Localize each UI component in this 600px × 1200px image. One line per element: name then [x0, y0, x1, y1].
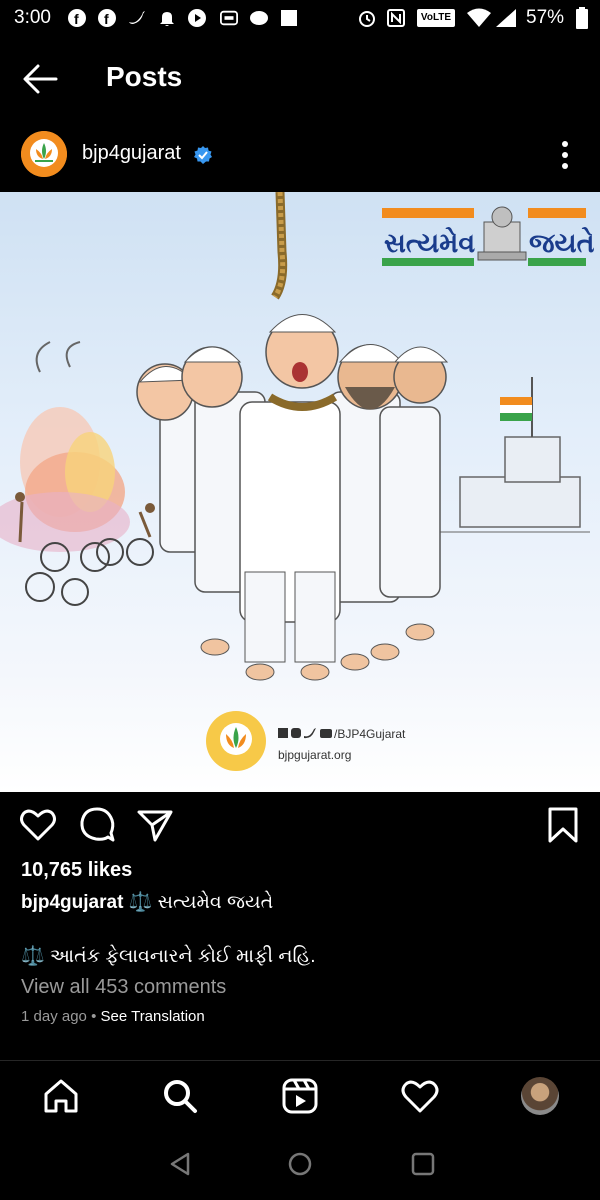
facebook-icon: f — [98, 9, 116, 27]
signal-icon — [496, 9, 516, 27]
post-timestamp: 1 day ago — [21, 1008, 87, 1025]
home-icon[interactable] — [41, 1076, 81, 1116]
share-send-icon[interactable] — [136, 806, 174, 844]
reels-icon[interactable] — [280, 1076, 320, 1116]
youtube-play-icon — [188, 9, 206, 27]
more-options-icon[interactable] — [555, 139, 575, 171]
cartoon-illustration: સત્યમેવ જયતે /BJP4Gujarat bjpgujarat.org — [0, 192, 595, 771]
nfc-icon — [387, 9, 405, 27]
comment-icon[interactable] — [78, 806, 116, 844]
satyamev-jayate-banner: સત્યમેવ જયતે — [382, 206, 595, 266]
post-meta: 1 day ago • See Translation — [21, 1008, 205, 1025]
lotus-logo-icon — [21, 131, 67, 177]
like-heart-icon[interactable] — [19, 806, 57, 844]
activity-heart-icon[interactable] — [400, 1076, 440, 1116]
battery-icon — [576, 7, 588, 29]
post-image[interactable]: સત્યમેવ જયતે /BJP4Gujarat bjpgujarat.org — [0, 192, 600, 792]
bell-icon — [160, 12, 174, 26]
divider — [0, 1060, 600, 1061]
system-recents-icon[interactable] — [407, 1148, 439, 1180]
social-handle: /BJP4Gujarat — [334, 727, 406, 741]
system-back-icon[interactable] — [164, 1148, 196, 1180]
search-icon[interactable] — [160, 1076, 200, 1116]
wifi-icon — [467, 8, 491, 27]
page-title: Posts — [106, 61, 183, 92]
banner-left-text: સત્યમેવ — [384, 227, 475, 259]
facebook-icon: f — [68, 9, 86, 27]
caption-line-2: ⚖️ આતંક ફેલાવનારને કોઈ માફી નહિ. — [21, 946, 316, 967]
riot-scene — [0, 341, 155, 606]
system-home-icon[interactable] — [284, 1148, 316, 1180]
caption-username[interactable]: bjp4gujarat — [21, 892, 123, 913]
save-bookmark-icon[interactable] — [544, 806, 582, 844]
instagram-icon — [291, 728, 301, 738]
likes-count[interactable]: 10,765 likes — [21, 859, 132, 882]
parliament-building — [440, 377, 590, 533]
svg-text:f: f — [104, 11, 109, 27]
separator-dot: • — [91, 1008, 97, 1025]
view-comments-link[interactable]: View all 453 comments — [21, 976, 226, 999]
volte-badge: VoLTE — [417, 9, 455, 27]
banner-right-text: જયતે — [529, 227, 595, 259]
twitter-icon — [129, 11, 145, 24]
svg-text:f: f — [74, 11, 79, 27]
caption: bjp4gujarat ⚖️ સત્યમેવ જયતે — [21, 890, 273, 914]
back-arrow-icon[interactable] — [22, 62, 58, 96]
facebook-icon — [278, 728, 288, 738]
youtube-icon — [320, 729, 332, 738]
figures-group — [136, 314, 449, 681]
ashoka-emblem-icon — [477, 206, 527, 261]
status-bar: 3:00 f f VoLTE 57% — [0, 0, 600, 36]
center-figure — [239, 314, 341, 663]
avatar[interactable] — [21, 131, 67, 177]
chat-bubble-icon — [250, 11, 268, 25]
see-translation-link[interactable]: See Translation — [101, 1008, 205, 1025]
battery-percent: 57% — [526, 7, 565, 28]
verified-badge-icon — [194, 146, 212, 164]
footer-branding: /BJP4Gujarat bjpgujarat.org — [206, 711, 406, 771]
caption-text: ⚖️ સત્યમેવ જયતે — [128, 892, 274, 913]
voicemail-icon — [220, 10, 238, 26]
alarm-icon — [359, 11, 375, 27]
profile-avatar[interactable] — [521, 1077, 559, 1115]
post-username[interactable]: bjp4gujarat — [82, 142, 181, 165]
twitter-icon — [304, 728, 316, 739]
website-text: bjpgujarat.org — [278, 748, 351, 762]
square-notification-icon — [281, 10, 297, 26]
status-time: 3:00 — [14, 7, 51, 28]
